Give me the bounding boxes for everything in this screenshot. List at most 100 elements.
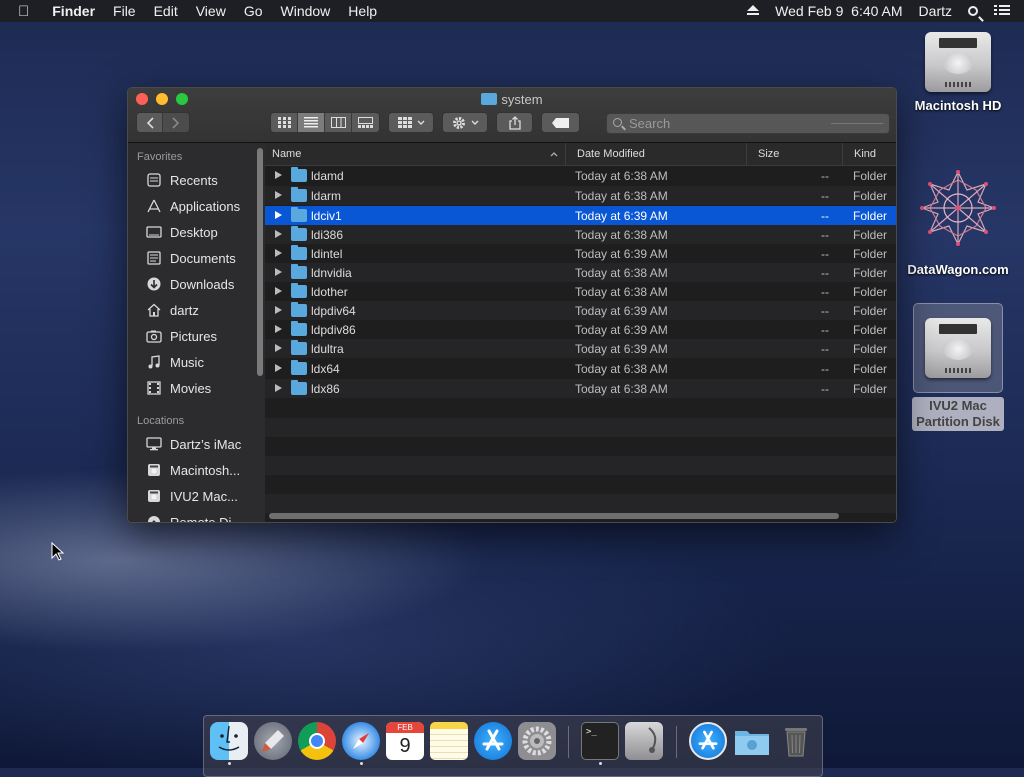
file-date-modified: Today at 6:38 AM [575, 266, 668, 280]
sort-ascending-icon[interactable] [550, 151, 558, 157]
sidebar-item-dartz-s-imac[interactable]: Dartz’s iMac [128, 431, 255, 457]
menu-file[interactable]: File [104, 3, 145, 19]
sidebar-item-documents[interactable]: Documents [128, 245, 255, 271]
disclosure-triangle-icon[interactable] [275, 249, 282, 257]
file-row[interactable]: ldx86 Today at 6:38 AM -- Folder [265, 379, 896, 398]
app-store-download-icon[interactable] [689, 722, 727, 760]
sidebar-item-ivu2-mac[interactable]: IVU2 Mac... [128, 483, 255, 509]
clock[interactable]: Wed Feb 9 6:40 AM [767, 3, 910, 19]
search-field[interactable]: Search [606, 113, 890, 134]
menu-view[interactable]: View [187, 3, 235, 19]
folder-icon [291, 264, 307, 279]
sidebar-item-pictures[interactable]: Pictures [128, 323, 255, 349]
menu-window[interactable]: Window [272, 3, 340, 19]
disclosure-triangle-icon[interactable] [275, 287, 282, 295]
menu-help[interactable]: Help [339, 3, 386, 19]
calendar-icon[interactable]: FEB 9 [386, 722, 424, 760]
horizontal-scrollbar[interactable] [269, 513, 839, 519]
edit-tags-button[interactable] [541, 112, 580, 133]
file-name: ldother [311, 285, 348, 299]
share-button[interactable] [496, 112, 533, 133]
apple-menu-icon[interactable]:  [0, 3, 43, 20]
disclosure-triangle-icon[interactable] [275, 230, 282, 238]
file-row[interactable]: ldciv1 Today at 6:39 AM -- Folder [265, 206, 896, 225]
disclosure-triangle-icon[interactable] [275, 364, 282, 372]
disclosure-triangle-icon[interactable] [275, 384, 282, 392]
sidebar-scroll-thumb[interactable] [257, 148, 263, 376]
menu-go[interactable]: Go [235, 3, 272, 19]
file-row[interactable]: ldultra Today at 6:39 AM -- Folder [265, 339, 896, 358]
sidebar-item-remote-di[interactable]: Remote Di... [128, 509, 255, 522]
trash-icon[interactable] [777, 722, 815, 760]
desktop-icon-macintosh-hd[interactable]: Macintosh HD [903, 32, 1013, 113]
desktop-icon-ivu2-partition[interactable]: IVU2 Mac Partition Disk [903, 303, 1013, 431]
chrome-icon[interactable] [298, 722, 336, 760]
sidebar-item-macintosh[interactable]: Macintosh... [128, 457, 255, 483]
column-kind-header[interactable]: Kind [854, 148, 876, 160]
file-name: ldpdiv64 [311, 304, 356, 318]
notes-icon[interactable] [430, 722, 468, 760]
file-row[interactable]: ldother Today at 6:38 AM -- Folder [265, 282, 896, 301]
folder-icon [291, 245, 307, 260]
file-name: ldx64 [311, 362, 340, 376]
group-by-button[interactable] [388, 112, 434, 133]
disclosure-triangle-icon[interactable] [275, 191, 282, 199]
forward-button[interactable] [163, 113, 189, 132]
disk-utility-icon[interactable] [625, 722, 663, 760]
safari-icon[interactable] [342, 722, 380, 760]
file-row[interactable]: ldamd Today at 6:38 AM -- Folder [265, 166, 896, 185]
disclosure-triangle-icon[interactable] [275, 344, 282, 352]
launchpad-icon[interactable] [254, 722, 292, 760]
column-view-button[interactable] [325, 113, 352, 132]
app-store-icon[interactable] [474, 722, 512, 760]
file-row[interactable]: ldnvidia Today at 6:38 AM -- Folder [265, 263, 896, 282]
desktop-icon-datawagon[interactable]: DataWagon.com [903, 170, 1013, 277]
folder-icon [291, 360, 307, 375]
file-name: ldultra [311, 342, 344, 356]
finder-icon[interactable] [210, 722, 248, 760]
disclosure-triangle-icon[interactable] [275, 211, 282, 219]
spotlight-icon[interactable] [960, 3, 986, 19]
file-row[interactable]: ldx64 Today at 6:38 AM -- Folder [265, 359, 896, 378]
sidebar-scrollbar[interactable] [255, 143, 265, 522]
file-row[interactable]: ldpdiv86 Today at 6:39 AM -- Folder [265, 320, 896, 339]
disclosure-triangle-icon[interactable] [275, 268, 282, 276]
terminal-icon[interactable]: >_ [581, 722, 619, 760]
eject-icon[interactable] [739, 3, 767, 19]
file-list: Name Date Modified Size Kind ldamd Today … [265, 143, 896, 522]
menu-app-finder[interactable]: Finder [43, 3, 104, 19]
back-button[interactable] [137, 113, 163, 132]
action-menu-button[interactable] [442, 112, 488, 133]
menu-edit[interactable]: Edit [145, 3, 187, 19]
folder-icon[interactable] [733, 722, 771, 760]
file-row[interactable]: ldpdiv64 Today at 6:39 AM -- Folder [265, 301, 896, 320]
file-row[interactable]: ldintel Today at 6:39 AM -- Folder [265, 244, 896, 263]
sidebar-item-music[interactable]: Music [128, 349, 255, 375]
disclosure-triangle-icon[interactable] [275, 306, 282, 314]
file-row[interactable]: ldi386 Today at 6:38 AM -- Folder [265, 225, 896, 244]
navigation-buttons [136, 112, 190, 133]
column-name-header[interactable]: Name [272, 148, 301, 160]
disclosure-triangle-icon[interactable] [275, 325, 282, 333]
system-preferences-icon[interactable] [518, 722, 556, 760]
list-view-button[interactable] [298, 113, 325, 132]
empty-row [265, 456, 896, 475]
columns-icon [330, 117, 346, 128]
user-menu[interactable]: Dartz [911, 3, 960, 19]
sidebar-item-applications[interactable]: Applications [128, 193, 255, 219]
sidebar-item-movies[interactable]: Movies [128, 375, 255, 401]
sidebar-item-desktop[interactable]: Desktop [128, 219, 255, 245]
sidebar-item-downloads[interactable]: Downloads [128, 271, 255, 297]
sidebar-item-recents[interactable]: Recents [128, 167, 255, 193]
sidebar-item-dartz[interactable]: dartz [128, 297, 255, 323]
column-date-header[interactable]: Date Modified [577, 148, 645, 160]
file-row[interactable]: ldarm Today at 6:38 AM -- Folder [265, 186, 896, 205]
icon-view-button[interactable] [271, 113, 298, 132]
gallery-view-button[interactable] [352, 113, 379, 132]
file-name: ldintel [311, 247, 343, 261]
column-size-header[interactable]: Size [758, 148, 779, 160]
notification-center-icon[interactable] [986, 3, 1024, 19]
running-indicator [360, 762, 363, 765]
disclosure-triangle-icon[interactable] [275, 171, 282, 179]
file-date-modified: Today at 6:39 AM [575, 323, 668, 337]
